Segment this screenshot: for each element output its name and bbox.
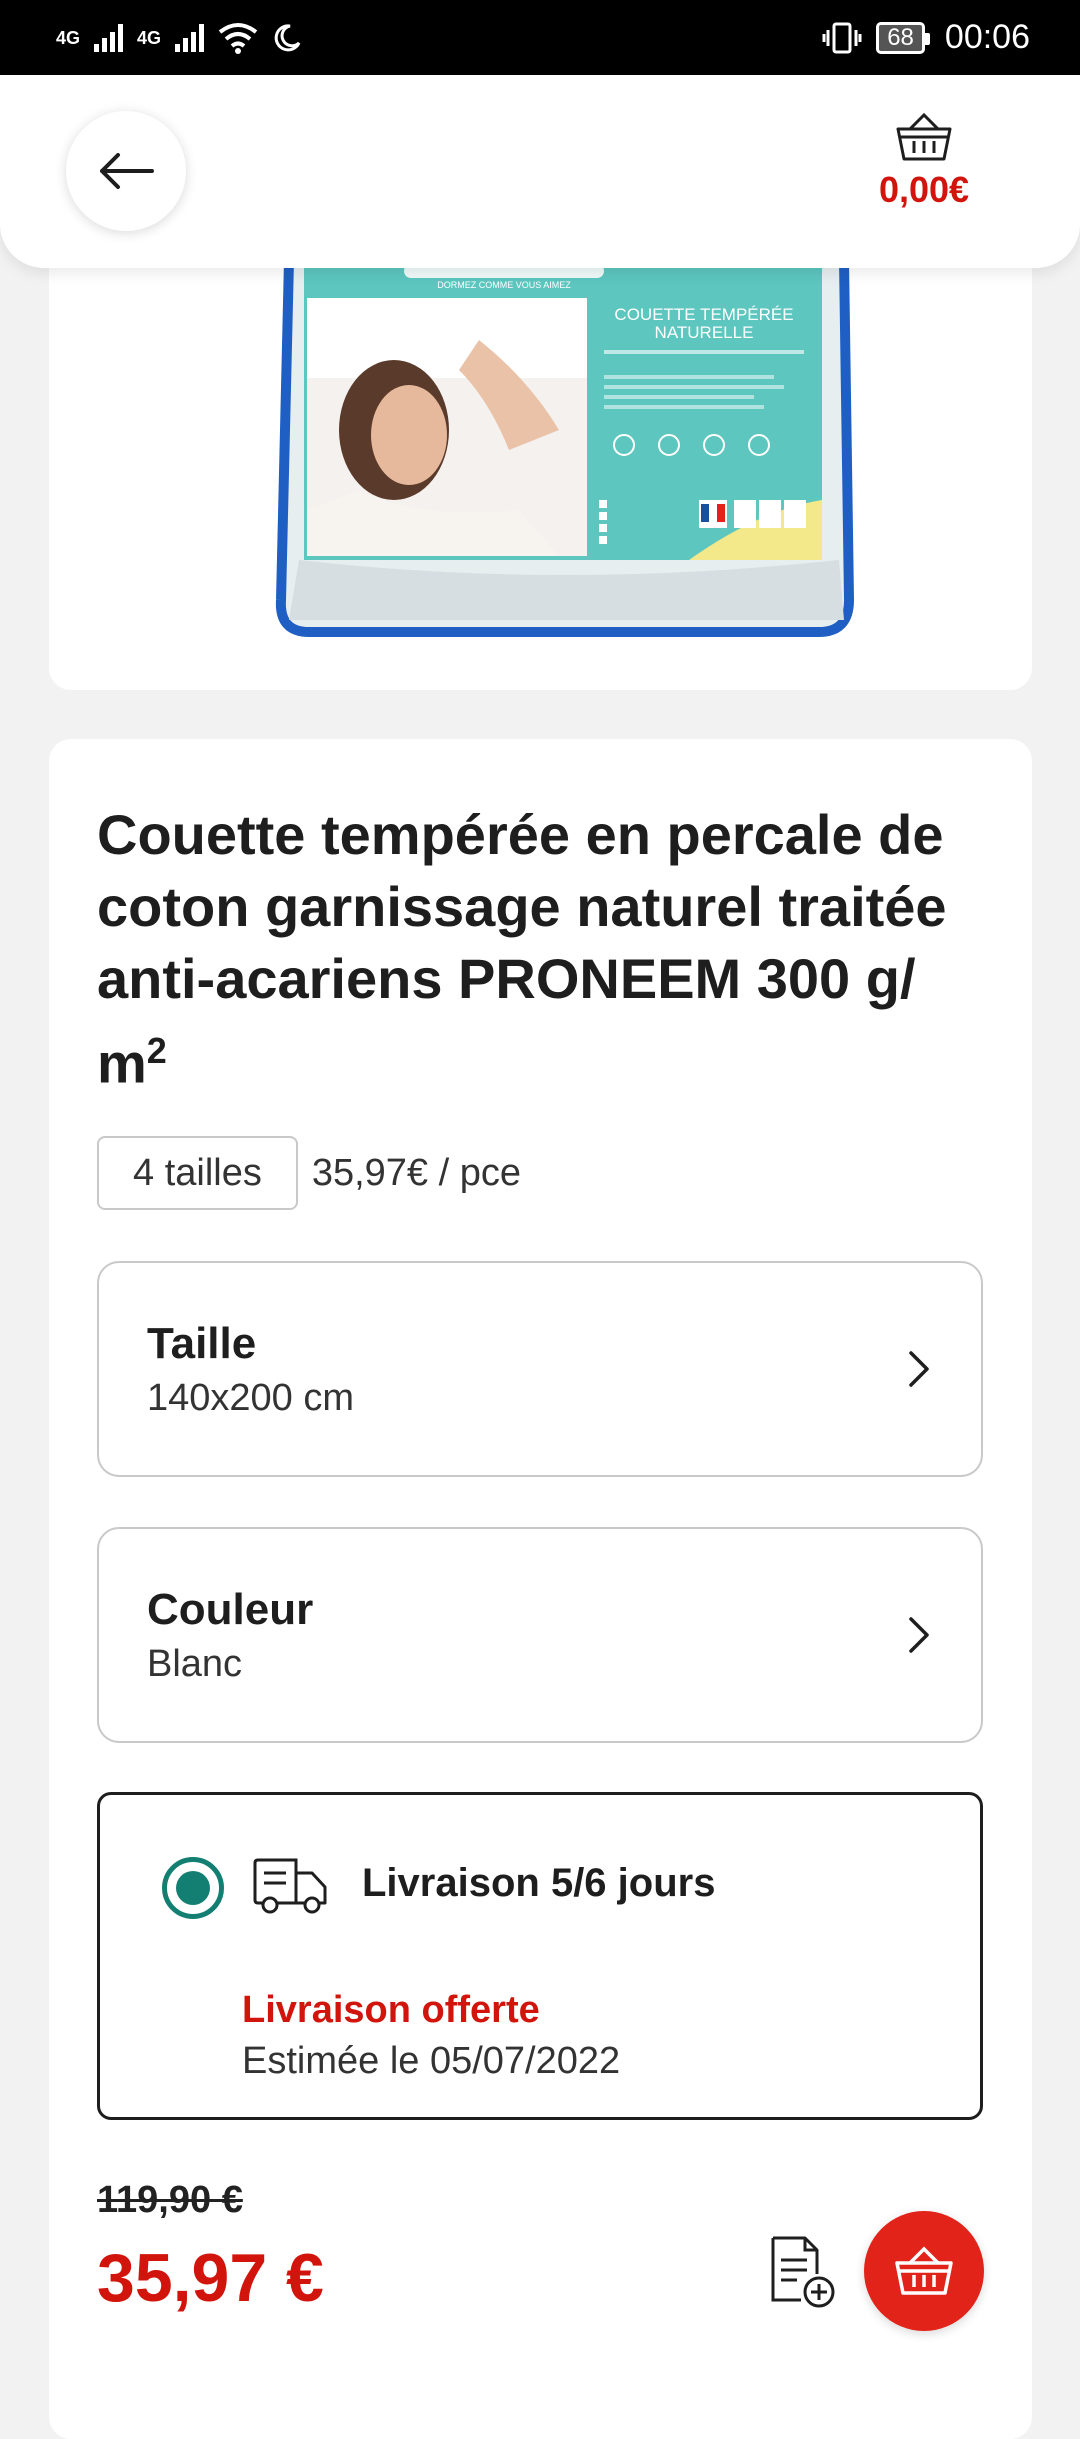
old-price: 119,90 € <box>97 2179 243 2221</box>
add-to-list-icon[interactable] <box>767 2234 837 2310</box>
app-header: 0,00€ <box>0 75 1080 268</box>
chevron-right-icon <box>909 1351 929 1387</box>
network-type-2: 4G <box>137 27 162 48</box>
product-title-unit-base: m <box>97 1031 147 1095</box>
back-button[interactable] <box>66 111 186 231</box>
package-title-line2: NATURELLE <box>655 323 754 342</box>
package-top-text: DORMEZ COMME VOUS AIMEZ <box>437 280 571 290</box>
wifi-icon <box>218 22 258 54</box>
battery-level: 68 <box>887 23 914 51</box>
cart-total: 0,00€ <box>878 169 970 210</box>
product-image[interactable]: DORMEZ COMME VOUS AIMEZ COUETTE TEMPÉRÉE… <box>259 260 874 640</box>
color-selector-text: Couleur Blanc <box>147 1585 903 1686</box>
delivery-title: Livraison 5/6 jours <box>362 1861 716 1905</box>
battery-indicator: 68 <box>876 21 930 54</box>
status-left: 4G 4G <box>56 22 302 54</box>
package-title-line1: COUETTE TEMPÉRÉE <box>614 305 793 324</box>
basket-icon <box>895 2246 953 2295</box>
clock: 00:06 <box>944 18 1030 56</box>
size-value: 140x200 cm <box>147 1376 355 1419</box>
arrow-left-icon <box>100 153 154 189</box>
delivery-radio[interactable] <box>162 1857 224 1919</box>
color-value: Blanc <box>147 1642 243 1685</box>
delivery-estimate: Estimée le 05/07/2022 <box>242 2040 621 2082</box>
size-selector-text: Taille 140x200 cm <box>147 1319 903 1420</box>
status-bar: 4G 4G 68 00:06 <box>0 0 1080 75</box>
color-selector[interactable]: Couleur Blanc <box>97 1527 983 1743</box>
signal-icon <box>94 23 124 52</box>
product-card: Couette tempérée en percale de coton gar… <box>49 739 1032 2439</box>
product-title-unit-exp: 2 <box>146 1030 167 1071</box>
size-selector[interactable]: Taille 140x200 cm <box>97 1261 983 1477</box>
delivery-option[interactable]: Livraison 5/6 jours Livraison offerte Es… <box>97 1792 983 2120</box>
cart-button[interactable]: 0,00€ <box>854 113 994 211</box>
truck-icon <box>253 1858 327 1914</box>
vibrate-icon <box>822 22 862 53</box>
basket-icon <box>896 113 952 161</box>
product-title: Couette tempérée en percale de coton gar… <box>97 799 1017 1100</box>
current-price: 35,97 € <box>97 2240 324 2316</box>
radio-selected-dot <box>176 1871 210 1905</box>
product-title-text: Couette tempérée en percale de coton gar… <box>97 803 947 1010</box>
delivery-free-label: Livraison offerte <box>242 1989 540 2031</box>
signal-icon-2 <box>175 23 205 52</box>
status-right: 68 00:06 <box>822 18 1030 57</box>
sizes-row: 4 tailles 35,97€ / pce <box>97 1136 521 1210</box>
chevron-right-icon <box>909 1617 929 1653</box>
unit-price: 35,97€ / pce <box>311 1151 522 1194</box>
network-type-1: 4G <box>56 27 81 48</box>
sizes-badge[interactable]: 4 tailles <box>97 1136 298 1210</box>
product-image-card: DORMEZ COMME VOUS AIMEZ COUETTE TEMPÉRÉE… <box>49 230 1032 690</box>
moon-icon <box>274 23 301 51</box>
color-label: Couleur <box>147 1584 314 1634</box>
size-label: Taille <box>147 1318 257 1368</box>
add-to-cart-button[interactable] <box>864 2211 984 2331</box>
